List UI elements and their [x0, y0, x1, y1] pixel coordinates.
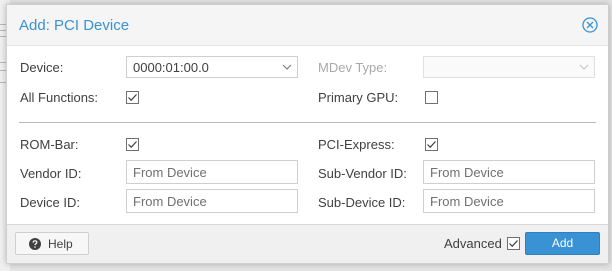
sub-vendor-id-label: Sub-Vendor ID: — [318, 166, 407, 181]
add-pci-device-dialog: Add: PCI Device Device: 0000:01:00.0 MDe… — [6, 4, 609, 264]
device-combobox[interactable]: 0000:01:00.0 — [126, 56, 298, 78]
mdev-type-label: MDev Type: — [318, 60, 388, 75]
rom-bar-checkbox[interactable] — [126, 138, 139, 151]
all-functions-checkbox[interactable] — [126, 91, 139, 104]
pci-express-label: PCI-Express: — [318, 137, 395, 152]
all-functions-label: All Functions: — [20, 90, 99, 105]
device-value: 0000:01:00.0 — [133, 60, 209, 75]
dialog-body: Device: 0000:01:00.0 MDev Type: All Func… — [7, 46, 608, 226]
chevron-down-icon — [579, 64, 589, 70]
section-divider — [19, 122, 596, 123]
chevron-down-icon[interactable] — [281, 61, 293, 73]
help-button[interactable]: Help — [15, 232, 89, 255]
sub-device-id-label: Sub-Device ID: — [318, 195, 406, 210]
device-id-input[interactable] — [126, 189, 298, 213]
dialog-titlebar: Add: PCI Device — [7, 5, 608, 46]
sub-vendor-id-input[interactable] — [423, 160, 595, 184]
vendor-id-input[interactable] — [126, 160, 298, 184]
vendor-id-label: Vendor ID: — [20, 166, 82, 181]
primary-gpu-label: Primary GPU: — [318, 90, 399, 105]
dialog-footer: Help Advanced Add — [7, 224, 608, 263]
rom-bar-label: ROM-Bar: — [20, 137, 79, 152]
help-button-label: Help — [48, 237, 73, 251]
primary-gpu-checkbox[interactable] — [425, 91, 438, 104]
dialog-title: Add: PCI Device — [19, 17, 130, 34]
add-button[interactable]: Add — [525, 232, 600, 255]
question-circle-icon — [29, 238, 41, 250]
mdev-type-combobox[interactable] — [423, 56, 595, 78]
close-icon[interactable] — [582, 17, 598, 33]
sub-device-id-input[interactable] — [423, 189, 595, 213]
device-label: Device: — [20, 60, 64, 75]
pci-express-checkbox[interactable] — [425, 138, 438, 151]
device-id-label: Device ID: — [20, 195, 80, 210]
advanced-checkbox[interactable] — [507, 237, 520, 250]
advanced-label: Advanced — [444, 236, 502, 251]
